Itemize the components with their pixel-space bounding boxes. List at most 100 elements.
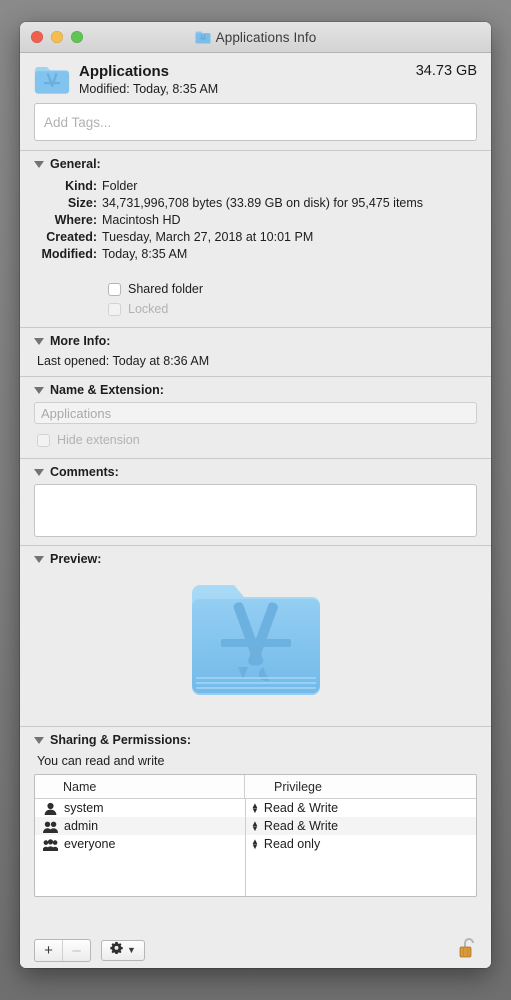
column-header-name[interactable]: Name (35, 775, 245, 798)
action-menu-button[interactable]: ▼ (101, 939, 145, 961)
hide-extension-label: Hide extension (57, 433, 140, 447)
comments-textarea[interactable] (34, 484, 477, 537)
sharing-disclosure[interactable]: Sharing & Permissions: (34, 733, 477, 747)
locked-label: Locked (128, 302, 169, 316)
add-user-button[interactable]: + (35, 940, 62, 961)
row-privilege-cell[interactable]: ▲ ▼ Read & Write (245, 801, 476, 815)
shared-folder-checkbox[interactable] (108, 282, 121, 296)
row-value: Tuesday, March 27, 2018 at 10:01 PM (102, 230, 314, 244)
row-label: Modified: (41, 247, 97, 261)
permissions-rows: system ▲ ▼ Read & Write admin ▲ ▼ Read &… (35, 799, 476, 896)
triangle-down-icon (34, 338, 44, 345)
folder-applications-icon (34, 63, 70, 99)
row-name-cell: admin (35, 819, 245, 833)
row-name-cell: everyone (35, 837, 245, 851)
permissions-table: Name Privilege system ▲ ▼ Read & Write a… (34, 774, 477, 897)
window-title: Applications Info (215, 29, 317, 45)
tags-placeholder: Add Tags... (44, 114, 112, 130)
minimize-button[interactable] (51, 31, 63, 43)
info-content: Applications Modified: Today, 8:35 AM 34… (20, 53, 491, 932)
row-privilege-cell[interactable]: ▲ ▼ Read & Write (245, 819, 476, 833)
row-name-cell: system (35, 801, 245, 815)
section-more-info: More Info: Last opened: Today at 8:36 AM (20, 327, 491, 376)
folder-applications-icon (195, 31, 211, 44)
chevron-down-icon: ▼ (127, 945, 136, 955)
info-header-texts: Applications Modified: Today, 8:35 AM (79, 62, 408, 97)
more-info-disclosure[interactable]: More Info: (34, 334, 477, 348)
locked-checkbox-row: Locked (108, 299, 477, 319)
last-opened-text: Last opened: Today at 8:36 AM (37, 354, 210, 368)
hide-extension-checkbox (37, 433, 50, 447)
section-title-more-info: More Info: (50, 334, 111, 348)
preview-disclosure[interactable]: Preview: (34, 552, 477, 566)
folder-applications-icon (188, 579, 324, 708)
name-extension-disclosure[interactable]: Name & Extension: (34, 383, 477, 397)
row-name-text: admin (64, 819, 99, 833)
stepper-icon[interactable]: ▲ ▼ (251, 838, 259, 851)
triangle-down-icon (34, 556, 44, 563)
name-input[interactable]: Applications (34, 402, 477, 424)
shared-folder-checkbox-row[interactable]: Shared folder (108, 279, 477, 299)
row-label: Created: (46, 230, 97, 244)
section-sharing-permissions: Sharing & Permissions: You can read and … (20, 726, 491, 905)
column-header-privilege[interactable]: Privilege (245, 775, 476, 798)
row-value: Macintosh HD (102, 213, 181, 227)
triangle-down-icon (34, 469, 44, 476)
permissions-table-header: Name Privilege (35, 775, 476, 799)
gear-icon (110, 941, 123, 959)
tags-input[interactable]: Add Tags... (34, 103, 477, 141)
preview-body (34, 568, 477, 718)
row-privilege-text: Read & Write (263, 819, 339, 833)
section-title-sharing: Sharing & Permissions: (50, 733, 192, 747)
zoom-button[interactable] (71, 31, 83, 43)
window-titlebar[interactable]: Applications Info (20, 22, 491, 53)
info-row: Kind: Folder (34, 178, 477, 195)
info-row: Created: Tuesday, March 27, 2018 at 10:0… (34, 229, 477, 246)
row-privilege-text: Read & Write (263, 801, 339, 815)
row-privilege-text: Read only (263, 837, 321, 851)
section-general: General: Kind: Folder Size: 34,731,996,7… (20, 150, 491, 327)
row-value: Today, 8:35 AM (102, 247, 188, 261)
row-name-text: everyone (64, 837, 116, 851)
get-info-window: Applications Info Applications Modified:… (20, 22, 491, 968)
permission-status-text: You can read and write (37, 754, 165, 768)
section-title-preview: Preview: (50, 552, 102, 566)
hide-extension-checkbox-row: Hide extension (37, 430, 477, 450)
window-controls (31, 31, 83, 43)
triangle-down-icon (34, 737, 44, 744)
section-comments: Comments: (20, 458, 491, 545)
close-button[interactable] (31, 31, 43, 43)
row-label: Size: (67, 196, 97, 210)
comments-disclosure[interactable]: Comments: (34, 465, 477, 479)
triangle-down-icon (34, 161, 44, 168)
table-row[interactable]: admin ▲ ▼ Read & Write (35, 817, 476, 835)
info-row: Modified: Today, 8:35 AM (34, 246, 477, 263)
single-user-icon (43, 802, 58, 815)
general-rows: Kind: Folder Size: 34,731,996,708 bytes … (34, 178, 477, 263)
section-name-extension: Name & Extension: Applications Hide exte… (20, 376, 491, 458)
stepper-icon[interactable]: ▲ ▼ (251, 820, 259, 833)
unlocked-padlock-icon[interactable] (457, 936, 477, 965)
info-row: Where: Macintosh HD (34, 212, 477, 229)
row-value: Folder (102, 179, 138, 193)
table-row[interactable]: system ▲ ▼ Read & Write (35, 799, 476, 817)
remove-user-button: – (62, 939, 90, 961)
tags-section: Add Tags... (20, 97, 491, 150)
general-disclosure[interactable]: General: (34, 157, 477, 171)
item-size: 34.73 GB (415, 63, 477, 79)
lock-button-slot (457, 936, 477, 965)
stepper-icon[interactable]: ▲ ▼ (251, 802, 259, 815)
section-title-comments: Comments: (50, 465, 119, 479)
window-title-group: Applications Info (20, 22, 491, 52)
add-remove-segmented-control: + – (34, 938, 91, 962)
table-row[interactable]: everyone ▲ ▼ Read only (35, 835, 476, 853)
row-privilege-cell[interactable]: ▲ ▼ Read only (245, 837, 476, 851)
info-header: Applications Modified: Today, 8:35 AM 34… (20, 53, 491, 97)
row-name-text: system (64, 801, 104, 815)
section-title-name-extension: Name & Extension: (50, 383, 164, 397)
column-divider (245, 799, 246, 896)
shared-folder-label: Shared folder (128, 282, 204, 296)
group-users-icon (42, 838, 59, 851)
item-name: Applications (79, 63, 170, 80)
row-label: Where: (54, 213, 97, 227)
